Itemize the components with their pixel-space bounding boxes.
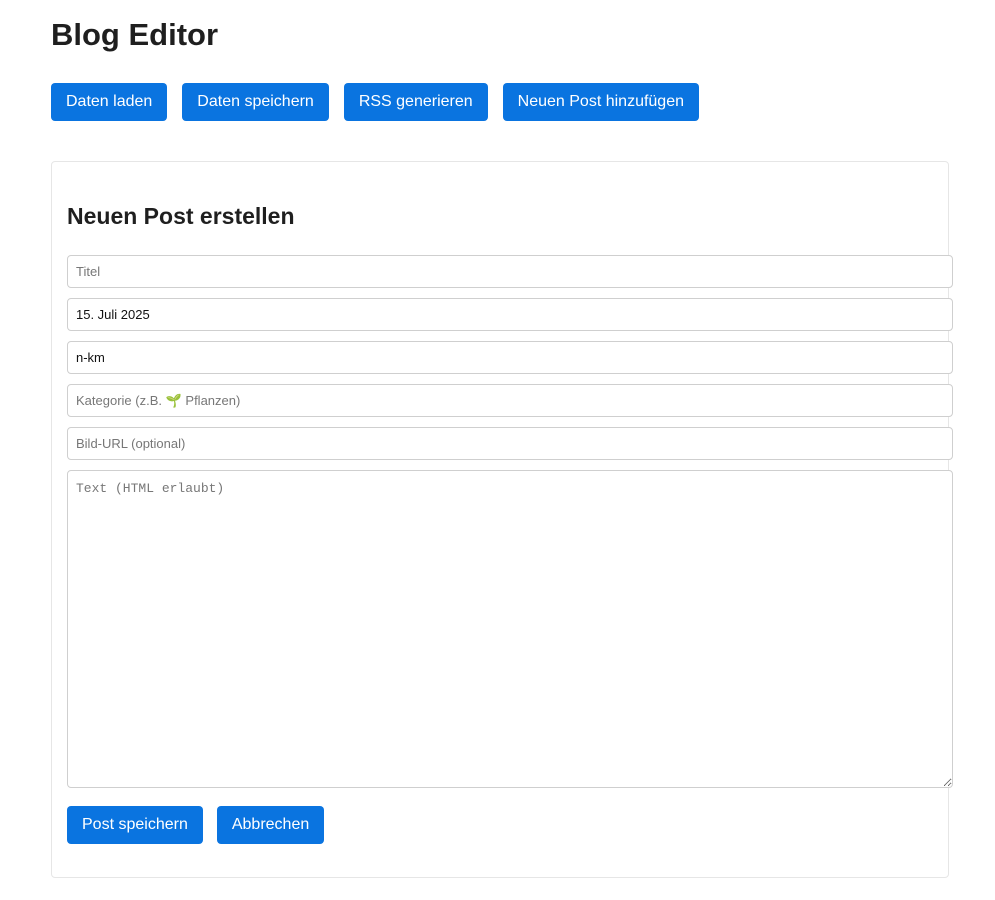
author-input[interactable]	[67, 341, 953, 374]
cancel-button[interactable]: Abbrechen	[216, 806, 325, 844]
toolbar: Daten laden Daten speichern RSS generier…	[51, 83, 699, 121]
form-heading: Neuen Post erstellen	[67, 203, 295, 229]
image-url-input[interactable]	[67, 427, 953, 460]
load-data-button[interactable]: Daten laden	[51, 83, 168, 121]
generate-rss-button[interactable]: RSS generieren	[343, 83, 488, 121]
page-title: Blog Editor	[51, 17, 219, 52]
post-text-textarea[interactable]	[67, 470, 953, 788]
category-input[interactable]	[67, 384, 953, 417]
add-post-button[interactable]: Neuen Post hinzufügen	[502, 83, 699, 121]
date-input[interactable]	[67, 298, 953, 331]
blog-editor-page: Blog Editor Daten laden Daten speichern …	[0, 0, 995, 900]
new-post-panel: Neuen Post erstellen Post speichern Abbr…	[51, 161, 953, 878]
title-input[interactable]	[67, 255, 953, 288]
save-post-button[interactable]: Post speichern	[67, 806, 203, 844]
save-data-button[interactable]: Daten speichern	[182, 83, 329, 121]
form-actions: Post speichern Abbrechen	[67, 806, 325, 844]
